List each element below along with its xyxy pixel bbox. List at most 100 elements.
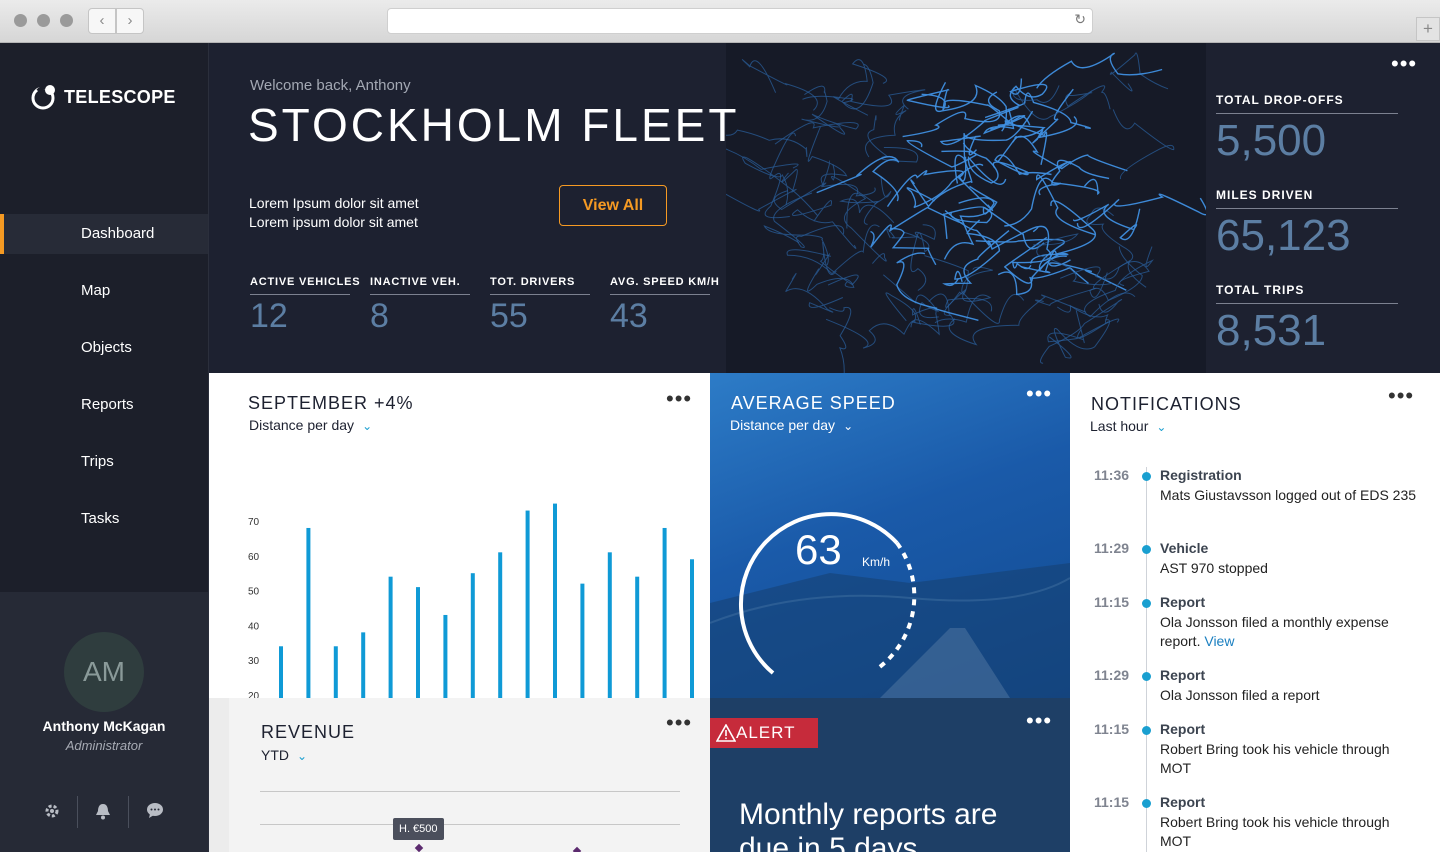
stat-value: 55 xyxy=(490,297,528,335)
avatar[interactable]: AM xyxy=(64,632,144,712)
warning-icon xyxy=(716,724,736,742)
map-road xyxy=(984,92,1091,129)
chevron-down-icon: ⌄ xyxy=(297,749,308,763)
user-role: Administrator xyxy=(65,738,143,753)
chart-bar[interactable] xyxy=(553,503,557,698)
speed-filter-dropdown[interactable]: Distance per day ⌄ xyxy=(730,417,853,433)
notification-item[interactable]: 11:15 Report Robert Bring took his vehicle… xyxy=(1070,721,1440,794)
notification-message: Ola Jonsson filed a monthly expense repo… xyxy=(1160,613,1420,651)
sidebar-item-map[interactable]: Map xyxy=(0,271,208,311)
revenue-filter-dropdown[interactable]: YTD ⌄ xyxy=(261,747,307,763)
total-label: TOTAL TRIPS xyxy=(1216,283,1398,304)
map-road xyxy=(802,63,874,110)
brand-name: TELESCOPE xyxy=(64,86,176,107)
close-window-dot[interactable] xyxy=(14,14,27,27)
telescope-logo-icon xyxy=(31,85,55,110)
notification-item[interactable]: 11:29 Vehicle AST 970 stopped xyxy=(1070,540,1440,594)
chevron-down-icon: ⌄ xyxy=(1156,420,1167,434)
more-options-icon[interactable]: ••• xyxy=(1026,710,1052,732)
alert-label: ALERT xyxy=(736,723,796,742)
sidebar-item-dashboard[interactable]: Dashboard xyxy=(0,214,208,254)
stat-total-drivers: TOT. DRIVERS 55 xyxy=(490,276,590,336)
map-road xyxy=(741,59,818,111)
view-all-button[interactable]: View All xyxy=(559,185,667,226)
brand-logo[interactable]: TELESCOPE xyxy=(30,83,176,111)
bar-chart: 20 30 40 50 60 70 xyxy=(248,503,694,698)
sidebar-item-reports[interactable]: Reports xyxy=(0,385,208,425)
data-point-marker[interactable] xyxy=(572,846,582,852)
stat-value: 12 xyxy=(250,297,288,335)
filter-label: Last hour xyxy=(1090,418,1149,434)
total-value: 5,500 xyxy=(1216,116,1327,165)
notification-text: Ola Jonsson filed a monthly expense repo… xyxy=(1160,614,1389,649)
gear-icon[interactable] xyxy=(41,802,63,824)
panel-title: NOTIFICATIONS xyxy=(1091,394,1242,414)
speed-value: 63 xyxy=(795,526,842,573)
chart-bar[interactable] xyxy=(306,527,311,698)
chart-bar[interactable] xyxy=(388,576,393,698)
new-tab-button[interactable]: + xyxy=(1416,17,1440,41)
more-options-icon[interactable]: ••• xyxy=(666,712,692,734)
description-line: Lorem ipsum dolor sit amet xyxy=(249,214,418,230)
chart-bar[interactable] xyxy=(279,646,283,698)
chart-bar[interactable] xyxy=(470,573,475,698)
map-road xyxy=(867,115,919,163)
map-road xyxy=(831,164,892,205)
stat-label: ACTIVE VEHICLES xyxy=(250,276,360,295)
chart-bar[interactable] xyxy=(498,552,503,698)
filter-label: Distance per day xyxy=(730,417,836,433)
chart-bar[interactable] xyxy=(580,583,585,698)
chart-bar[interactable] xyxy=(361,632,366,698)
reload-icon[interactable]: ↻ xyxy=(1074,11,1086,28)
sidebar-item-label: Map xyxy=(81,282,111,299)
y-tick-label: 70 xyxy=(248,517,260,528)
minimize-window-dot[interactable] xyxy=(37,14,50,27)
y-tick-label: 60 xyxy=(248,552,260,563)
notification-time: 11:29 xyxy=(1094,667,1130,683)
back-button[interactable]: ‹ xyxy=(88,8,116,34)
notification-view-link[interactable]: View xyxy=(1204,633,1234,649)
user-name: Anthony McKagan xyxy=(42,718,166,734)
map-road xyxy=(829,306,852,373)
app: TELESCOPE Dashboard Map Objects Reports Trip… xyxy=(0,43,1440,852)
map-road xyxy=(1065,85,1111,110)
chart-bar[interactable] xyxy=(333,646,338,698)
chart-bar[interactable] xyxy=(607,552,612,698)
more-options-icon[interactable]: ••• xyxy=(1391,53,1417,75)
notification-item[interactable]: 11:15 Report Ola Jonsson filed a monthly e… xyxy=(1070,594,1440,667)
notification-item[interactable]: 11:36 Registration Mats Giustavsson logged… xyxy=(1070,467,1440,540)
forward-button[interactable]: › xyxy=(116,8,144,34)
chart-bar[interactable] xyxy=(443,614,448,698)
sidebar-item-label: Dashboard xyxy=(81,225,155,242)
map-road xyxy=(954,219,1001,283)
stat-value: 8 xyxy=(370,297,389,335)
stat-active-vehicles: ACTIVE VEHICLES 12 xyxy=(250,276,360,336)
street-map-graphic xyxy=(701,52,1208,373)
chart-bar[interactable] xyxy=(690,559,694,698)
user-panel: AM Anthony McKagan Administrator xyxy=(0,592,208,852)
chat-icon[interactable] xyxy=(144,802,166,824)
chart-bar[interactable] xyxy=(525,510,530,698)
sidebar-item-objects[interactable]: Objects xyxy=(0,328,208,368)
filter-label: YTD xyxy=(261,747,289,763)
sidebar-item-trips[interactable]: Trips xyxy=(0,442,208,482)
stat-label: TOT. DRIVERS xyxy=(490,276,590,295)
notification-item[interactable]: 11:15 Report Robert Bring took his vehicle… xyxy=(1070,794,1440,852)
chart-bar[interactable] xyxy=(635,576,640,698)
map-road xyxy=(1084,246,1154,318)
more-options-icon[interactable]: ••• xyxy=(1026,383,1052,405)
notification-item[interactable]: 11:29 Report Ola Jonsson filed a report xyxy=(1070,667,1440,721)
sidebar-item-tasks[interactable]: Tasks xyxy=(0,499,208,539)
bell-icon[interactable] xyxy=(92,802,114,824)
more-options-icon[interactable]: ••• xyxy=(1388,385,1414,407)
notification-message: AST 970 stopped xyxy=(1160,559,1420,578)
data-point-marker[interactable] xyxy=(414,843,424,852)
chart-bar[interactable] xyxy=(662,527,667,698)
address-bar[interactable]: ↻ xyxy=(387,8,1093,34)
chart-bar[interactable] xyxy=(416,587,420,698)
notification-time: 11:36 xyxy=(1094,467,1130,483)
maximize-window-dot[interactable] xyxy=(60,14,73,27)
timeline-dot xyxy=(1142,599,1151,608)
notifications-filter-dropdown[interactable]: Last hour ⌄ xyxy=(1090,418,1166,434)
map-road xyxy=(1048,319,1110,359)
